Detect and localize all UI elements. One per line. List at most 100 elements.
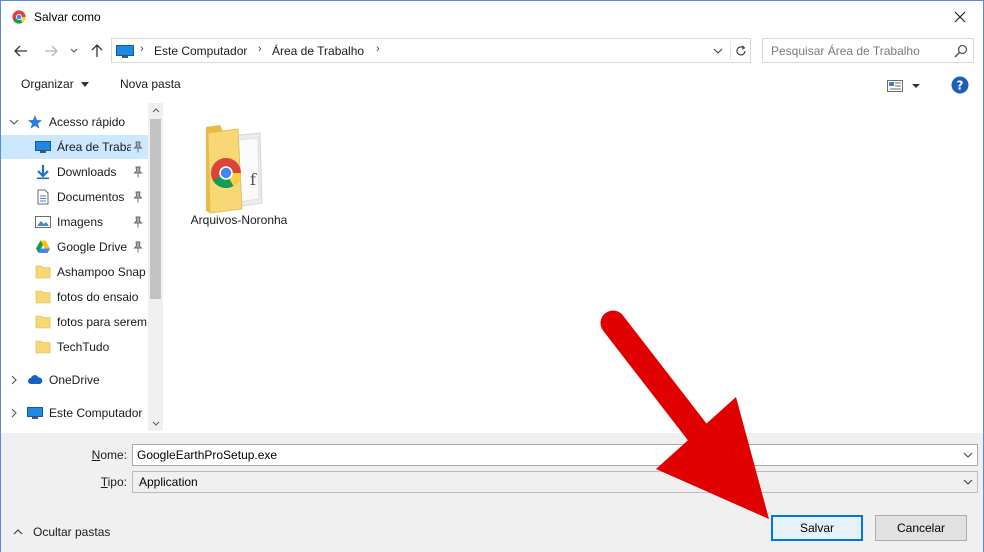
save-form: Nome: Tipo: Application Ocultar pastas S… [1, 433, 983, 552]
forward-button[interactable] [41, 41, 61, 61]
folder-icon [35, 290, 51, 304]
sidebar-scrollbar[interactable] [148, 103, 163, 431]
up-button[interactable] [87, 41, 107, 61]
sidebar-item-label: Imagens [57, 215, 104, 229]
file-type-select[interactable]: Application [132, 471, 978, 493]
pin-icon[interactable] [133, 166, 143, 178]
refresh-icon [735, 44, 746, 55]
save-button[interactable]: Salvar [771, 515, 863, 541]
arrow-left-icon [14, 45, 27, 57]
sidebar-item-desktop[interactable]: Área de Trabalho [1, 135, 148, 159]
chevron-up-icon [152, 108, 159, 113]
desktop-icon [35, 141, 51, 153]
sidebar-item-label: Google Drive [57, 240, 128, 254]
sidebar-item-folder[interactable]: Ashampoo Snap [1, 260, 148, 284]
sidebar-item-label: fotos para serem [57, 315, 148, 329]
sidebar-item-label: TechTudo [57, 340, 110, 354]
chevron-up-icon [13, 529, 23, 535]
chrome-icon [12, 10, 26, 24]
sidebar-item-label: Downloads [57, 165, 117, 179]
sidebar-item-label: Acesso rápido [49, 115, 126, 129]
sidebar-item-label: OneDrive [49, 373, 100, 387]
address-bar[interactable]: › Este Computador › Área de Trabalho › [111, 38, 751, 63]
chevron-right-icon[interactable] [9, 408, 19, 418]
navigation-bar: › Este Computador › Área de Trabalho › [1, 37, 983, 65]
computer-icon [27, 407, 43, 419]
sidebar-item-documents[interactable]: Documentos [1, 185, 148, 209]
cancel-button[interactable]: Cancelar [875, 515, 967, 541]
chevron-right-icon[interactable] [9, 375, 19, 385]
help-icon[interactable]: ? [951, 76, 969, 94]
recent-locations-button[interactable] [64, 41, 84, 61]
star-icon [28, 115, 42, 129]
pin-icon[interactable] [133, 241, 143, 253]
address-history-button[interactable] [710, 42, 726, 59]
folder-icon [35, 340, 51, 354]
document-icon [37, 189, 49, 205]
sidebar-item-label: fotos do ensaio [57, 290, 139, 304]
file-name-input[interactable] [133, 445, 977, 465]
sidebar-item-pictures[interactable]: Imagens [1, 210, 148, 234]
download-icon [37, 165, 49, 180]
breadcrumb-separator: › [258, 43, 262, 55]
sidebar-item-label: Ashampoo Snap [57, 265, 146, 279]
sidebar-item-this-pc[interactable]: Este Computador [1, 401, 148, 425]
file-item-folder[interactable]: f Arquivos-Noronha [184, 115, 294, 245]
file-type-value: Application [139, 475, 198, 489]
view-options-button[interactable] [887, 78, 923, 94]
back-button[interactable] [11, 41, 31, 61]
pin-icon[interactable] [133, 141, 143, 153]
chevron-down-icon [152, 421, 159, 426]
new-folder-button[interactable]: Nova pasta [120, 77, 181, 91]
file-name-field[interactable] [132, 444, 978, 466]
scroll-down-button[interactable] [148, 416, 163, 431]
refresh-button[interactable] [730, 41, 750, 60]
arrow-right-icon [45, 45, 58, 57]
pin-icon[interactable] [133, 216, 143, 228]
details-view-icon [887, 80, 920, 92]
organize-button[interactable]: Organizar [21, 77, 90, 91]
chevron-down-icon[interactable] [962, 476, 974, 488]
search-input[interactable] [763, 39, 949, 62]
caret-down-icon [81, 82, 90, 88]
navigation-pane[interactable]: Acesso rápido Área de Trabalho Downloads [1, 103, 163, 431]
sidebar-item-folder[interactable]: fotos para serem [1, 310, 148, 334]
chevron-down-icon [70, 48, 78, 53]
sidebar-item-folder[interactable]: TechTudo [1, 335, 148, 359]
sidebar-item-label: Área de Trabalho [57, 140, 131, 154]
image-icon [35, 216, 51, 228]
cloud-icon [28, 375, 43, 384]
sidebar-item-label: Este Computador [49, 406, 143, 420]
sidebar-item-quick-access[interactable]: Acesso rápido [1, 110, 148, 134]
breadcrumb-separator: › [140, 43, 144, 55]
pin-icon[interactable] [133, 191, 143, 203]
hide-folders-label: Ocultar pastas [33, 525, 111, 539]
file-type-label: Tipo: [100, 475, 127, 489]
sidebar-item-downloads[interactable]: Downloads [1, 160, 148, 184]
folder-icon [35, 265, 51, 279]
breadcrumb-item[interactable]: Este Computador [154, 44, 247, 58]
folder-icon [35, 315, 51, 329]
chevron-down-icon [713, 48, 723, 54]
sidebar-item-folder[interactable]: fotos do ensaio [1, 285, 148, 309]
chevron-down-icon[interactable] [962, 449, 974, 461]
breadcrumb-item[interactable]: Área de Trabalho [272, 44, 364, 58]
monitor-icon [116, 45, 134, 58]
toolbar: Organizar Nova pasta ? [1, 71, 983, 99]
close-icon [954, 11, 966, 23]
chevron-down-icon[interactable] [9, 117, 19, 127]
close-button[interactable] [937, 1, 983, 33]
file-type-label-rest: ipo: [107, 475, 127, 489]
sidebar-item-google-drive[interactable]: Google Drive [1, 235, 148, 259]
sidebar-item-label: Documentos [57, 190, 125, 204]
search-box[interactable] [762, 38, 974, 63]
file-list[interactable]: f Arquivos-Noronha [164, 103, 983, 431]
sidebar-item-onedrive[interactable]: OneDrive [1, 368, 148, 392]
breadcrumb-separator: › [376, 43, 380, 55]
scrollbar-thumb[interactable] [150, 119, 161, 299]
svg-text:?: ? [957, 79, 964, 93]
search-icon[interactable] [953, 43, 969, 59]
title-bar: Salvar como [1, 1, 983, 33]
scroll-up-button[interactable] [148, 103, 163, 118]
window-title: Salvar como [34, 10, 101, 24]
